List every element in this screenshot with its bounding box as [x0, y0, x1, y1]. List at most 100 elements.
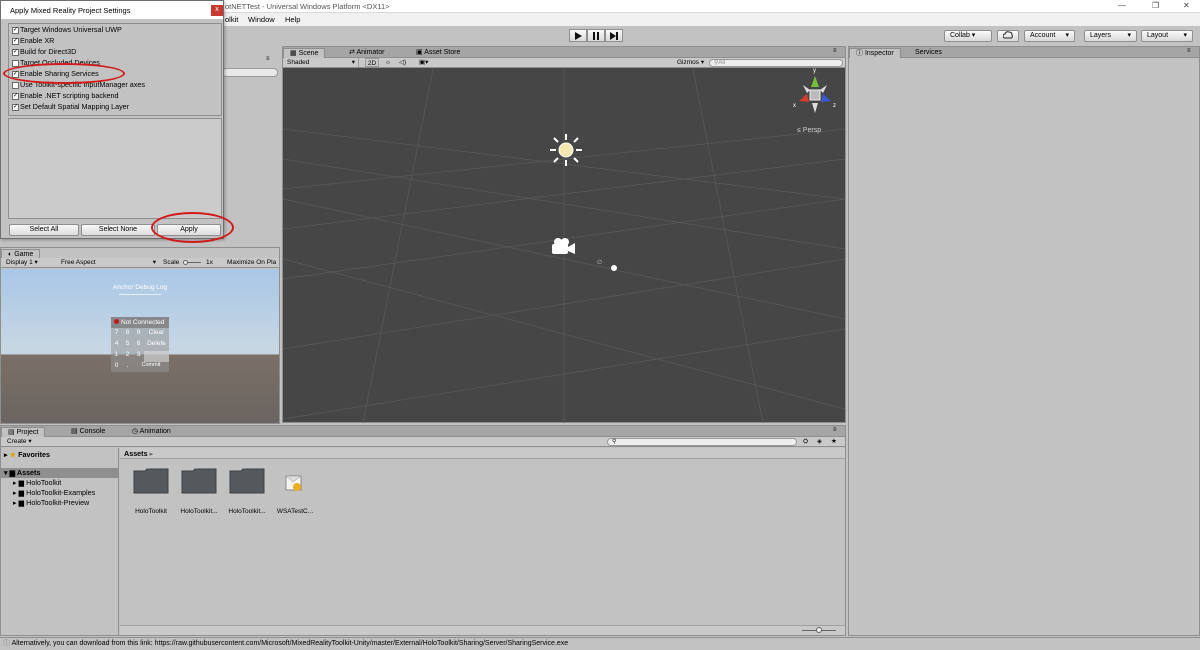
tab-scene[interactable]: ▦ Scene — [283, 48, 326, 58]
scene-search-input[interactable]: ⚲All — [709, 59, 843, 67]
asset-item[interactable]: HoloToolkit — [130, 468, 172, 518]
panel-menu-icon[interactable]: ≡ — [266, 56, 270, 62]
gizmos-dropdown[interactable]: Gizmos ▾ — [677, 58, 704, 67]
folder-icon: ▆ — [18, 498, 25, 507]
hierarchy-search-input[interactable] — [222, 68, 278, 77]
effects-dropdown-icon[interactable]: ▣▾ — [419, 58, 428, 67]
checkbox[interactable]: ✓ — [12, 26, 19, 34]
scale-slider-thumb[interactable] — [183, 260, 188, 265]
directional-light-gizmo[interactable] — [549, 133, 583, 167]
asset-item[interactable]: WSATestC... — [274, 468, 316, 518]
minimize-button[interactable]: — — [1118, 1, 1126, 10]
camera-gizmo[interactable] — [550, 236, 576, 256]
object-marker[interactable] — [611, 265, 617, 271]
key-1[interactable]: 1 — [111, 351, 122, 362]
perspective-toggle[interactable]: ≤ Persp — [797, 127, 821, 134]
key-9[interactable]: 9 — [133, 329, 144, 340]
panel-menu-icon[interactable]: ≡ — [833, 427, 837, 433]
key-delete[interactable]: Delete — [144, 340, 169, 351]
key-5[interactable]: 5 — [122, 340, 133, 351]
option-build-direct3d[interactable]: ✓ Build for Direct3D — [9, 46, 221, 57]
checkbox[interactable]: ✓ — [12, 92, 19, 100]
display-dropdown[interactable]: Display 1 ▾ — [6, 258, 56, 267]
key-commit[interactable]: Commit — [133, 362, 169, 373]
keypad-row: 4 5 6 Delete — [111, 340, 169, 351]
tree-item-holotoolkit-examples[interactable]: ▸ ▆ HoloToolkit-Examples — [13, 488, 95, 498]
inspector-tab-bar: ⓘ Inspector Services ≡ — [849, 47, 1199, 58]
favorite-star-icon[interactable]: ★ — [831, 437, 837, 446]
info-icon: ⓘ — [856, 50, 865, 57]
orientation-gizmo[interactable]: y x z — [793, 68, 837, 117]
filter-label-icon[interactable]: ◈ — [817, 437, 822, 446]
collab-button[interactable]: Collab ▾ — [944, 30, 992, 42]
pause-button[interactable] — [587, 29, 605, 42]
scene-view[interactable]: ▦ Scene ⇄ Animator ▣ Asset Store ≡ Shade… — [282, 46, 846, 423]
tab-project[interactable]: ▤ Project — [1, 427, 46, 437]
create-dropdown[interactable]: Create ▾ — [7, 437, 32, 446]
close-window-button[interactable]: ✕ — [1183, 1, 1190, 10]
layers-dropdown[interactable]: Layers ▾ — [1084, 30, 1137, 42]
key-3[interactable]: 3 — [133, 351, 144, 362]
project-tab-bar: ▤ Project ▤ Console ◷ Animation ≡ — [1, 426, 845, 437]
checkbox[interactable] — [12, 81, 19, 89]
tree-assets[interactable]: ▾ ▆ Assets — [1, 468, 119, 478]
menu-holotoolkit[interactable]: olkit — [225, 15, 238, 24]
option-enable-xr[interactable]: ✓ Enable XR — [9, 35, 221, 46]
game-viewport[interactable]: Anchor Debug Log Not Connected 7 8 9 Clear … — [1, 269, 279, 423]
key-dot[interactable]: . — [122, 362, 133, 373]
key-7[interactable]: 7 — [111, 329, 122, 340]
step-button[interactable] — [605, 29, 623, 42]
tab-animator[interactable]: ⇄ Animator — [343, 48, 390, 58]
menu-window[interactable]: Window — [248, 15, 275, 24]
tree-favorites[interactable]: ▸ ★ Favorites — [4, 450, 50, 460]
key-8[interactable]: 8 — [122, 329, 133, 340]
icon-size-slider-thumb[interactable] — [816, 627, 822, 633]
layout-dropdown[interactable]: Layout ▾ — [1141, 30, 1193, 42]
project-footer — [120, 625, 845, 635]
asset-item[interactable]: HoloToolkit... — [226, 468, 268, 518]
folder-icon — [133, 468, 169, 494]
scale-label: Scale — [163, 259, 180, 266]
checkbox[interactable]: ✓ — [12, 48, 19, 56]
menu-help[interactable]: Help — [285, 15, 300, 24]
maximize-on-play-toggle[interactable]: Maximize On Pla — [227, 258, 279, 267]
tree-item-holotoolkit-preview[interactable]: ▸ ▆ HoloToolkit-Preview — [13, 498, 89, 508]
tree-item-holotoolkit[interactable]: ▸ ▆ HoloToolkit — [13, 478, 61, 488]
panel-menu-icon[interactable]: ≡ — [1187, 48, 1191, 54]
filter-type-icon[interactable]: ⛭ — [803, 437, 808, 446]
option-net-backend[interactable]: ✓ Enable .NET scripting backend — [9, 90, 221, 101]
console-icon: ▤ — [71, 428, 80, 435]
checkbox[interactable]: ✓ — [12, 103, 19, 111]
select-none-button[interactable]: Select None — [81, 224, 155, 236]
tab-inspector[interactable]: ⓘ Inspector — [849, 48, 901, 58]
tab-services[interactable]: Services — [909, 48, 948, 58]
tab-asset-store[interactable]: ▣ Asset Store — [410, 48, 466, 58]
account-dropdown[interactable]: Account ▾ — [1024, 30, 1075, 42]
restore-button[interactable]: ❐ — [1152, 1, 1159, 10]
shading-dropdown[interactable]: Shaded ▾ — [287, 58, 359, 67]
option-spatial-mapping-layer[interactable]: ✓ Set Default Spatial Mapping Layer — [9, 101, 221, 112]
key-2[interactable]: 2 — [122, 351, 133, 362]
key-clear[interactable]: Clear — [144, 329, 169, 340]
breadcrumb-assets[interactable]: Assets — [124, 449, 148, 458]
key-0[interactable]: 0 — [111, 362, 122, 373]
audio-toggle-icon[interactable]: ◁) — [399, 58, 406, 67]
play-button[interactable] — [569, 29, 587, 42]
project-search-input[interactable]: ⚲ — [607, 438, 797, 446]
tab-animation[interactable]: ◷ Animation — [126, 427, 177, 437]
mode-2d-toggle[interactable]: 2D — [365, 58, 379, 67]
option-target-uwp[interactable]: ✓ Target Windows Universal UWP — [9, 24, 221, 35]
dialog-close-button[interactable]: x — [211, 5, 223, 16]
status-bar[interactable]: ⓘ Alternatively, you can download from t… — [0, 637, 1200, 650]
panel-menu-icon[interactable]: ≡ — [833, 48, 837, 54]
checkbox[interactable]: ✓ — [12, 37, 19, 45]
key-6[interactable]: 6 — [133, 340, 144, 351]
key-4[interactable]: 4 — [111, 340, 122, 351]
asset-item[interactable]: HoloToolkit... — [178, 468, 220, 518]
tab-console[interactable]: ▤ Console — [65, 427, 111, 437]
select-all-button[interactable]: Select All — [9, 224, 79, 236]
aspect-dropdown[interactable]: Free Aspect ▾ — [61, 258, 158, 267]
lighting-toggle-icon[interactable]: ☼ — [385, 58, 391, 67]
cloud-button[interactable] — [997, 30, 1019, 42]
project-control-bar: Create ▾ ⚲ ⛭ ◈ ★ — [1, 437, 845, 447]
